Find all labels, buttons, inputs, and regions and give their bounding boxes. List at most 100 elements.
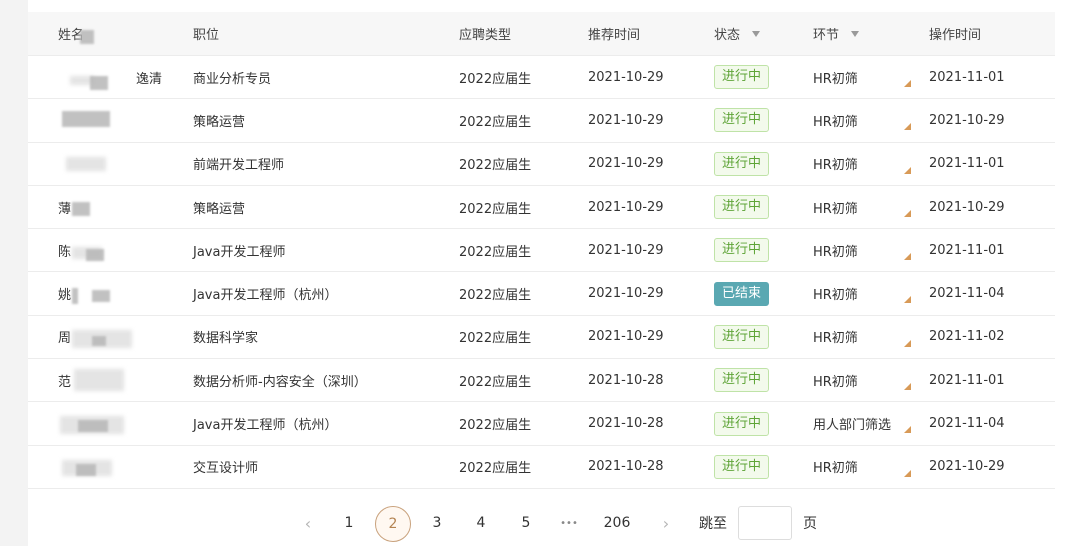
type-cell: 2022应届生	[459, 418, 532, 434]
type-cell: 2022应届生	[459, 331, 532, 347]
status-badge: 进行中	[714, 65, 770, 90]
rec-time-cell: 2021-10-28	[588, 459, 664, 475]
status-cell: 进行中	[714, 56, 794, 98]
status-cell: 进行中	[714, 143, 794, 185]
type-cell: 2022应届生	[459, 461, 532, 477]
rec-time-cell: 2021-10-29	[588, 69, 664, 85]
position-cell: 交互设计师	[193, 461, 259, 477]
last-page-button[interactable]: 206	[600, 504, 634, 542]
page-3-button[interactable]: 3	[426, 504, 448, 542]
header-status-label: 状态	[714, 28, 741, 43]
redaction-mask	[66, 156, 106, 171]
corner-triangle-icon	[904, 469, 911, 477]
status-cell: 进行中	[714, 186, 794, 228]
table-row[interactable]: 周 数据科学家 2022应届生 2021-10-29 进行中 HR初筛 2021…	[28, 315, 1055, 360]
header-stage-label: 环节	[813, 28, 840, 43]
page-5-button[interactable]: 5	[515, 504, 537, 542]
caret-down-icon[interactable]	[851, 30, 860, 37]
next-page-button[interactable]: ›	[656, 504, 676, 542]
table-row[interactable]: 薄 策略运营 2022应届生 2021-10-29 进行中 HR初筛 2021-…	[28, 185, 1055, 230]
redaction-mask	[92, 335, 106, 346]
table-row[interactable]: 逸清 商业分析专员 2022应届生 2021-10-29 进行中 HR初筛 20…	[28, 56, 1055, 100]
rec-time-cell: 2021-10-29	[588, 156, 664, 172]
status-badge: 进行中	[714, 151, 770, 176]
rec-time-cell: 2021-10-29	[588, 199, 664, 215]
jump-page-input[interactable]	[738, 506, 792, 540]
op-time-cell: 2021-10-29	[929, 112, 1005, 128]
status-badge: 进行中	[714, 368, 770, 393]
table-row[interactable]: 范 数据分析师-内容安全（深圳） 2022应届生 2021-10-28 进行中 …	[28, 359, 1055, 403]
type-cell: 2022应届生	[459, 244, 532, 260]
position-cell: Java开发工程师（杭州）	[193, 288, 338, 304]
table-row[interactable]: Java开发工程师（杭州） 2022应届生 2021-10-28 进行中 用人部…	[28, 402, 1055, 446]
redaction-mask	[78, 420, 108, 433]
table-row[interactable]: 策略运营 2022应届生 2021-10-29 进行中 HR初筛 2021-10…	[28, 99, 1055, 143]
header-rec-time: 推荐时间	[588, 28, 641, 43]
op-time-cell: 2021-10-29	[929, 459, 1005, 475]
status-badge: 进行中	[714, 411, 770, 436]
stage-cell: HR初筛	[813, 158, 858, 174]
corner-triangle-icon	[904, 123, 911, 131]
status-cell: 进行中	[714, 316, 794, 358]
corner-triangle-icon	[904, 253, 911, 261]
position-cell: 策略运营	[193, 114, 246, 130]
table-row[interactable]: 陈 Java开发工程师 2022应届生 2021-10-29 进行中 HR初筛 …	[28, 229, 1055, 273]
redaction-mask	[72, 288, 78, 305]
status-badge: 进行中	[714, 238, 770, 263]
op-time-cell: 2021-11-01	[929, 156, 1005, 172]
redaction-mask	[74, 369, 124, 392]
op-time-cell: 2021-11-01	[929, 242, 1005, 258]
status-cell: 进行中	[714, 402, 794, 444]
corner-triangle-icon	[904, 166, 911, 174]
status-cell: 进行中	[714, 99, 794, 141]
type-cell: 2022应届生	[459, 158, 532, 174]
type-cell: 2022应届生	[459, 288, 532, 304]
status-badge: 进行中	[714, 108, 770, 133]
stage-cell: 用人部门筛选	[813, 418, 892, 434]
table-row[interactable]: 前端开发工程师 2022应届生 2021-10-29 进行中 HR初筛 2021…	[28, 142, 1055, 186]
stage-cell: HR初筛	[813, 244, 858, 260]
position-cell: 数据分析师-内容安全（深圳）	[193, 374, 367, 390]
more-pages-ellipsis[interactable]: •••	[556, 504, 582, 542]
rec-time-cell: 2021-10-29	[588, 329, 664, 345]
status-cell: 进行中	[714, 446, 794, 488]
stage-cell: HR初筛	[813, 201, 858, 217]
page-4-button[interactable]: 4	[470, 504, 492, 542]
status-cell: 进行中	[714, 229, 794, 271]
header-name[interactable]: 姓名	[58, 12, 178, 55]
header-op-time: 操作时间	[929, 28, 982, 43]
prev-page-button[interactable]: ‹	[298, 504, 318, 542]
op-time-cell: 2021-11-02	[929, 329, 1005, 345]
op-time-cell: 2021-11-01	[929, 372, 1005, 388]
position-cell: 商业分析专员	[193, 71, 272, 87]
redaction-mask	[92, 290, 110, 303]
stage-cell: HR初筛	[813, 71, 858, 87]
position-cell: Java开发工程师（杭州）	[193, 418, 338, 434]
type-cell: 2022应届生	[459, 114, 532, 130]
status-cell: 进行中	[714, 359, 794, 401]
status-badge: 进行中	[714, 324, 770, 349]
jump-to-label: 跳至	[699, 516, 727, 532]
redaction-mask	[76, 463, 96, 476]
rec-time-cell: 2021-10-29	[588, 112, 664, 128]
status-cell: 已结束	[714, 272, 794, 314]
header-stage-filter[interactable]: 环节	[813, 12, 918, 55]
table-header: 姓名 职位 应聘类型 推荐时间 状态 环节 操作时间	[28, 12, 1055, 56]
corner-triangle-icon	[904, 296, 911, 304]
caret-down-icon[interactable]	[752, 30, 761, 37]
table-row[interactable]: 姚 Java开发工程师（杭州） 2022应届生 2021-10-29 已结束 H…	[28, 272, 1055, 316]
page-1-button[interactable]: 1	[338, 504, 360, 542]
rec-time-cell: 2021-10-29	[588, 242, 664, 258]
corner-triangle-icon	[904, 426, 911, 434]
header-status-filter[interactable]: 状态	[714, 12, 794, 55]
redaction-mask	[86, 249, 104, 262]
table-row[interactable]: 交互设计师 2022应届生 2021-10-28 进行中 HR初筛 2021-1…	[28, 445, 1055, 489]
op-time-cell: 2021-11-04	[929, 286, 1005, 302]
redaction-mask	[62, 111, 110, 128]
rec-time-cell: 2021-10-28	[588, 416, 664, 432]
stage-cell: HR初筛	[813, 114, 858, 130]
type-cell: 2022应届生	[459, 71, 532, 87]
page-2-button-current[interactable]: 2	[375, 506, 411, 542]
stage-cell: HR初筛	[813, 288, 858, 304]
position-cell: 前端开发工程师	[193, 158, 285, 174]
